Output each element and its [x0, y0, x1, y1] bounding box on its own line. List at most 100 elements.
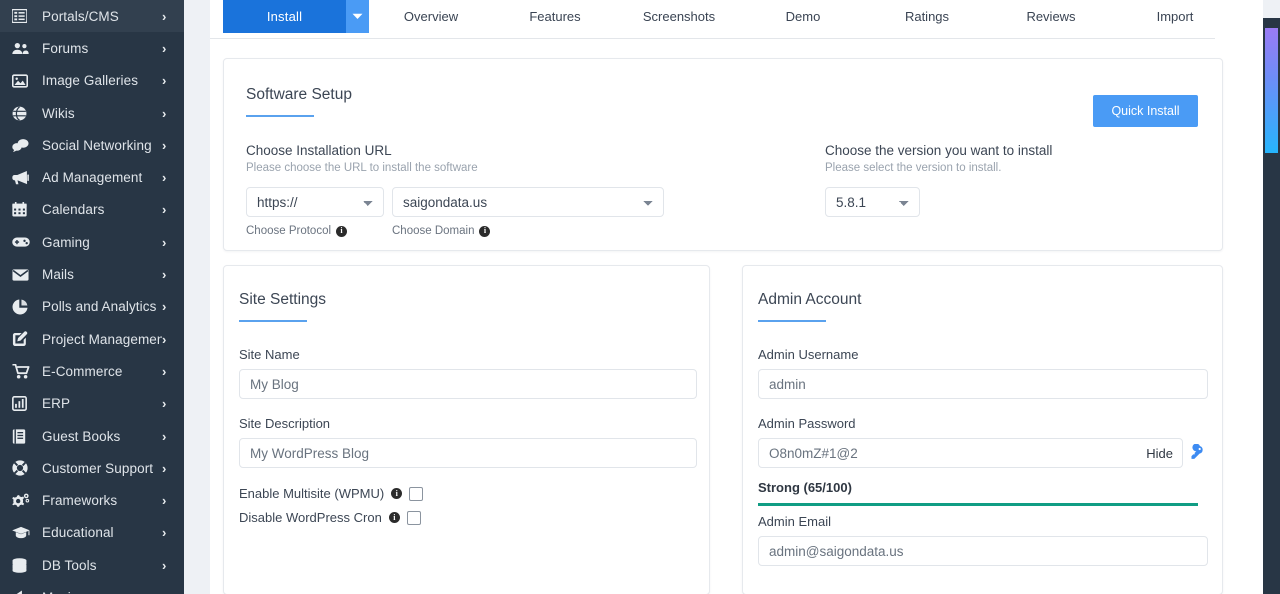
admin-password-input[interactable]	[758, 438, 1183, 468]
sidebar-item-label: Social Networking	[42, 137, 152, 153]
chevron-right-icon: ›	[162, 396, 167, 412]
sidebar-item-label: Portals/CMS	[42, 8, 119, 24]
sidebar-item-forums[interactable]: Forums ›	[0, 32, 184, 64]
protocol-select[interactable]: https://https://www.http://http://www.	[246, 187, 384, 217]
megaphone-icon	[12, 170, 34, 185]
content-wrapper: Install Overview Features Screenshots Demo R…	[210, 0, 1256, 594]
chevron-right-icon: ›	[162, 170, 167, 186]
chat-bubbles-icon	[12, 138, 34, 153]
sidebar-item-ad-management[interactable]: Ad Management ›	[0, 161, 184, 193]
sidebar-item-guest-books[interactable]: Guest Books ›	[0, 420, 184, 452]
app-root: Portals/CMS › Forums › Image Galleries › Wikis…	[0, 0, 1280, 594]
sidebar-item-label: Music	[34, 590, 162, 594]
chevron-right-icon: ›	[162, 234, 167, 250]
sidebar-item-label: E-Commerce	[42, 363, 123, 379]
chevron-down-icon	[352, 13, 363, 19]
sidebar-item-social-networking[interactable]: Social Networking ›	[0, 129, 184, 161]
site-description-label: Site Description	[239, 416, 331, 431]
sidebar-item-erp[interactable]: ERP ›	[0, 388, 184, 420]
main-content: Install Overview Features Screenshots Demo R…	[210, 0, 1280, 594]
sidebar-item-calendars[interactable]: Calendars ›	[0, 194, 184, 226]
pie-chart-icon	[12, 299, 34, 315]
sidebar-item-label: Image Galleries	[42, 73, 139, 89]
tab-import[interactable]: Import	[1113, 0, 1237, 33]
tab-screenshots[interactable]: Screenshots	[617, 0, 741, 33]
sidebar-item-label: Ad Management	[42, 170, 143, 186]
info-icon[interactable]: i	[479, 225, 491, 237]
sidebar-item-music[interactable]: Music›	[0, 581, 184, 594]
sidebar-content-gap	[184, 0, 210, 594]
sidebar-item-portals-cms[interactable]: Portals/CMS ›	[0, 0, 184, 33]
sidebar: Portals/CMS › Forums › Image Galleries › Wikis…	[0, 0, 184, 594]
software-setup-heading: Software Setup	[246, 86, 352, 117]
tab-overview[interactable]: Overview	[369, 0, 493, 33]
admin-username-field-group: Admin Username	[758, 347, 1208, 399]
password-visibility-toggle[interactable]: Hide	[1146, 438, 1173, 468]
info-icon[interactable]: i	[388, 512, 400, 523]
sidebar-item-gaming[interactable]: Gaming ›	[0, 226, 184, 258]
sidebar-item-mails[interactable]: Mails ›	[0, 258, 184, 290]
admin-username-label: Admin Username	[758, 347, 859, 362]
installation-url-label: Choose Installation URL	[246, 143, 392, 158]
envelope-icon	[12, 268, 34, 281]
sidebar-item-wikis[interactable]: Wikis ›	[0, 97, 184, 129]
info-icon[interactable]: i	[336, 225, 348, 237]
gamepad-icon	[12, 236, 34, 248]
site-description-input[interactable]	[239, 438, 697, 468]
image-icon	[12, 74, 34, 88]
generate-password-key-icon[interactable]	[1189, 443, 1206, 466]
bar-chart-icon	[12, 396, 34, 412]
chevron-right-icon: ›	[162, 137, 167, 153]
sidebar-item-polls-and-analytics[interactable]: Polls and Analytics ›	[0, 291, 184, 323]
title-underline	[239, 320, 307, 322]
admin-username-input[interactable]	[758, 369, 1208, 399]
chevron-right-icon: ›	[162, 105, 167, 121]
chevron-right-icon: ›	[162, 267, 167, 283]
sidebar-item-educational[interactable]: Educational ›	[0, 517, 184, 549]
sidebar-item-project-management[interactable]: Project Management ›	[0, 323, 184, 355]
info-icon[interactable]: i	[391, 488, 403, 499]
quick-install-button[interactable]: Quick Install	[1093, 95, 1198, 127]
tab-features[interactable]: Features	[493, 0, 617, 33]
sidebar-item-label: Forums	[42, 40, 89, 56]
software-setup-title: Software Setup	[246, 86, 352, 103]
sidebar-item-db-tools[interactable]: DB Tools ›	[0, 549, 184, 581]
sidebar-item-label: Educational	[42, 525, 114, 541]
protocol-hint-text: Choose Protocol	[246, 225, 332, 237]
sidebar-item-e-commerce[interactable]: E-Commerce ›	[0, 355, 184, 387]
sidebar-item-label: Polls and Analytics	[42, 299, 157, 315]
domain-select[interactable]: saigondata.us	[392, 187, 664, 217]
sidebar-item-list: Portals/CMS › Forums › Image Galleries › Wikis…	[0, 0, 184, 594]
gears-icon	[12, 493, 34, 508]
database-icon	[12, 557, 34, 573]
sidebar-item-label: Guest Books	[42, 428, 121, 444]
disable-cron-row: Disable WordPress Cron i	[239, 510, 421, 525]
enable-multisite-checkbox[interactable]	[409, 486, 424, 501]
version-sublabel: Please select the version to install.	[825, 162, 1002, 174]
page-scrollbar-track[interactable]	[1263, 0, 1280, 594]
install-dropdown-toggle[interactable]	[346, 0, 369, 33]
site-name-input[interactable]	[239, 369, 697, 399]
version-select[interactable]: 5.8.15.85.7.35.6.5	[825, 187, 920, 217]
install-button-group: Install	[223, 0, 369, 33]
sidebar-item-customer-support[interactable]: Customer Support ›	[0, 452, 184, 484]
install-button[interactable]: Install	[223, 0, 346, 33]
tab-ratings[interactable]: Ratings	[865, 0, 989, 33]
sidebar-item-frameworks[interactable]: Frameworks ›	[0, 484, 184, 516]
sidebar-item-label: Mails	[42, 267, 75, 283]
tab-reviews[interactable]: Reviews	[989, 0, 1113, 33]
admin-email-input[interactable]	[758, 536, 1208, 566]
title-underline	[758, 320, 826, 322]
sidebar-item-label: Calendars	[42, 202, 105, 218]
chevron-right-icon: ›	[162, 8, 167, 24]
sidebar-item-image-galleries[interactable]: Image Galleries ›	[0, 65, 184, 97]
sidebar-item-label: ERP	[42, 396, 71, 412]
chevron-right-icon: ›	[162, 73, 167, 89]
disable-cron-checkbox[interactable]	[406, 510, 421, 525]
chevron-right-icon: ›	[162, 40, 167, 56]
chevron-right-icon: ›	[162, 557, 167, 573]
url-hints-row: Choose Protocol i Choose Domain i	[246, 225, 686, 237]
page-scrollbar-thumb[interactable]	[1265, 28, 1278, 153]
tab-demo[interactable]: Demo	[741, 0, 865, 33]
chevron-right-icon: ›	[162, 493, 167, 509]
